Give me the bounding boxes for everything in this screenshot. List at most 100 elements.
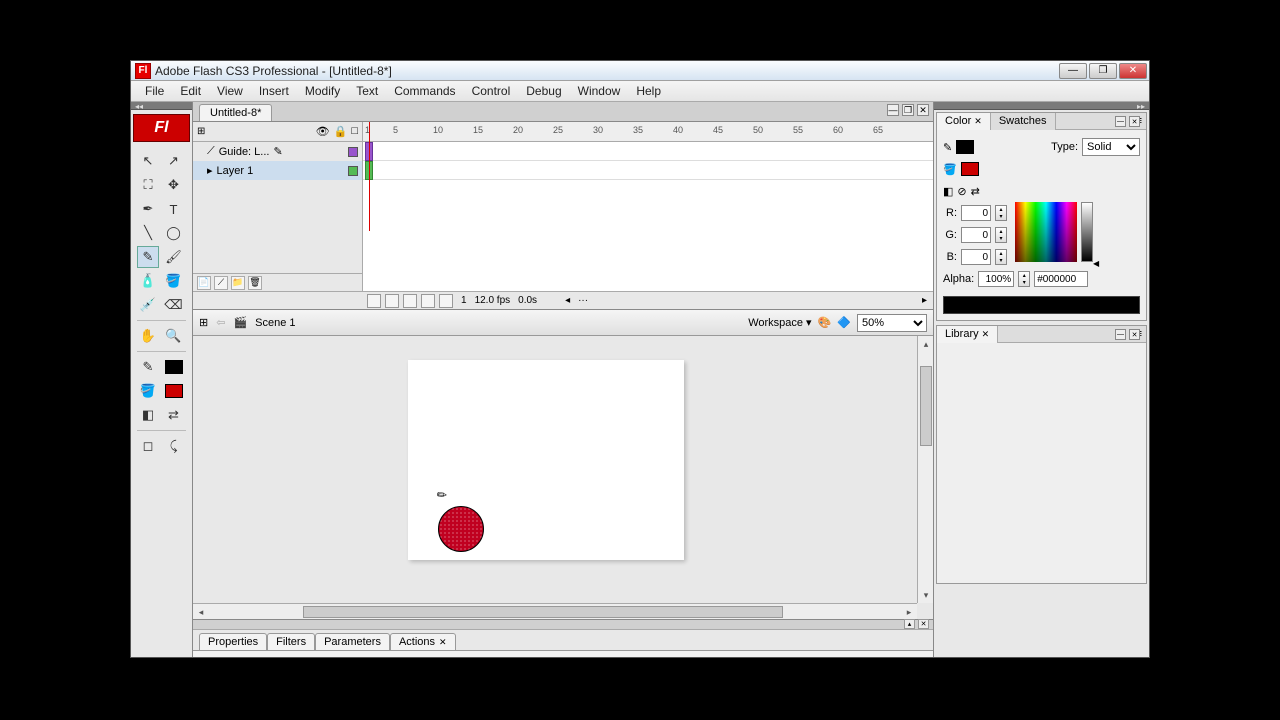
hand-tool[interactable]: ✋ [137,325,159,347]
g-spinner[interactable]: ▴▾ [995,227,1007,243]
zoom-select[interactable]: 50% [857,314,927,332]
tab-color[interactable]: Color✕ [937,113,991,130]
menu-text[interactable]: Text [348,82,386,100]
scroll-right-icon[interactable]: ▸ [922,295,927,306]
document-tab[interactable]: Untitled-8* [199,104,272,121]
red-circle-shape[interactable] [438,506,484,552]
frames-area[interactable]: 1 5 10 15 20 25 30 35 40 45 50 55 [363,122,933,291]
r-spinner[interactable]: ▴▾ [995,205,1007,221]
tool-option-2[interactable]: ⤹ [163,435,185,457]
visibility-column-icon[interactable]: 👁 [316,125,330,138]
g-input[interactable] [961,227,991,243]
tab-filters[interactable]: Filters [267,633,315,650]
text-tool[interactable]: T [163,198,185,220]
menu-file[interactable]: File [137,82,172,100]
scroll-up-icon[interactable]: ▴ [918,336,933,352]
fill-mini-swatch[interactable] [961,162,979,176]
fill-color-icon[interactable]: 🪣 [137,380,159,402]
eyedropper-tool[interactable]: 💉 [137,294,159,316]
eraser-tool[interactable]: ⌫ [163,294,185,316]
panel-close-button[interactable]: ✕ [1129,116,1140,127]
stroke-mini-swatch[interactable] [956,140,974,154]
b-input[interactable] [961,249,991,265]
stroke-color-swatch[interactable] [163,356,185,378]
swap-colors-button[interactable]: ⇄ [163,404,185,426]
line-tool[interactable]: ╲ [137,222,159,244]
layer-row-layer1[interactable]: ▸ Layer 1 [193,161,362,180]
window-minimize-button[interactable]: — [1059,63,1087,79]
menu-control[interactable]: Control [464,82,519,100]
alpha-spinner[interactable]: ▴▾ [1018,271,1030,287]
edit-scene-icon[interactable]: ⊞ [199,316,208,329]
hex-input[interactable] [1034,271,1088,287]
layer-row-guide[interactable]: ⟋ Guide: L... ✎ [193,142,362,161]
playhead[interactable] [369,122,370,231]
slider-marker-icon[interactable]: ◀ [1093,259,1099,268]
modify-onion-button[interactable] [439,294,453,308]
menu-debug[interactable]: Debug [518,82,569,100]
new-folder-button[interactable]: 📁 [231,276,245,290]
horizontal-scrollbar[interactable]: ◂ ▸ [193,603,917,619]
window-maximize-button[interactable]: ❐ [1089,63,1117,79]
bw-mini-icon[interactable]: ◧ [943,185,953,198]
black-white-button[interactable]: ◧ [137,404,159,426]
menu-insert[interactable]: Insert [251,82,297,100]
workspace-dropdown[interactable]: Workspace ▾ [748,316,811,329]
doc-restore-button[interactable]: ❐ [902,104,914,116]
tab-swatches[interactable]: Swatches [991,113,1056,130]
edit-symbol-button[interactable]: 🔷 [837,316,851,329]
vertical-scrollbar[interactable]: ▴ ▾ [917,336,933,603]
stage-area[interactable]: ✎ ▴ ▾ ◂ ▸ [193,336,933,619]
close-icon[interactable]: ✕ [439,637,447,647]
menu-window[interactable]: Window [570,82,629,100]
tab-properties[interactable]: Properties [199,633,267,650]
free-transform-tool[interactable]: ⛶ [137,174,159,196]
layer-collapse-icon[interactable]: ⊞ [197,126,205,137]
toolbox-collapse-icon[interactable]: ◂◂ [135,102,143,111]
doc-close-button[interactable]: ✕ [917,104,929,116]
right-dock-collapse-icon[interactable]: ▸▸ [1137,102,1145,111]
doc-minimize-button[interactable]: — [887,104,899,116]
center-frame-button[interactable] [367,294,381,308]
menu-help[interactable]: Help [628,82,669,100]
menu-edit[interactable]: Edit [172,82,209,100]
selection-tool[interactable]: ↖ [137,150,159,172]
onion-outline-button[interactable] [403,294,417,308]
type-select[interactable]: Solid [1082,138,1140,156]
dock-expand-button[interactable]: ▴ [904,619,915,629]
menu-commands[interactable]: Commands [386,82,463,100]
stroke-pencil-icon[interactable]: ✎ [943,141,952,154]
zoom-tool[interactable]: 🔍 [163,325,185,347]
panel-collapse-button[interactable]: — [1115,116,1126,127]
panel-close-button[interactable]: ✕ [1129,329,1140,340]
tab-actions[interactable]: Actions✕ [390,633,456,650]
outline-column-icon[interactable]: □ [351,125,358,138]
lightness-slider[interactable] [1081,202,1093,262]
window-close-button[interactable]: ✕ [1119,63,1147,79]
h-scroll-thumb[interactable] [303,606,783,618]
panel-collapse-button[interactable]: — [1115,329,1126,340]
menu-modify[interactable]: Modify [297,82,348,100]
ink-bottle-tool[interactable]: 🧴 [137,270,159,292]
lock-column-icon[interactable]: 🔒 [334,125,348,138]
fill-bucket-icon[interactable]: 🪣 [943,163,957,176]
menu-view[interactable]: View [209,82,251,100]
pencil-tool[interactable]: ✎ [137,246,159,268]
b-spinner[interactable]: ▴▾ [995,249,1007,265]
subselection-tool[interactable]: ↗ [163,150,185,172]
new-guide-button[interactable]: ⟋ [214,276,228,290]
paint-bucket-tool[interactable]: 🪣 [163,270,185,292]
tab-parameters[interactable]: Parameters [315,633,390,650]
tool-option-1[interactable]: ◻ [137,435,159,457]
edit-scene-button[interactable]: 🎨 [818,316,832,329]
delete-layer-button[interactable]: 🗑 [248,276,262,290]
stage-canvas[interactable] [408,360,684,560]
nocolor-icon[interactable]: ⊘ [957,185,966,198]
fill-color-swatch[interactable] [163,380,185,402]
scroll-left-icon[interactable]: ◂ [565,295,570,306]
pen-tool[interactable]: ✒ [137,198,159,220]
scroll-down-icon[interactable]: ▾ [918,587,933,603]
new-layer-button[interactable]: 📄 [197,276,211,290]
r-input[interactable] [961,205,991,221]
onion-skin-button[interactable] [385,294,399,308]
